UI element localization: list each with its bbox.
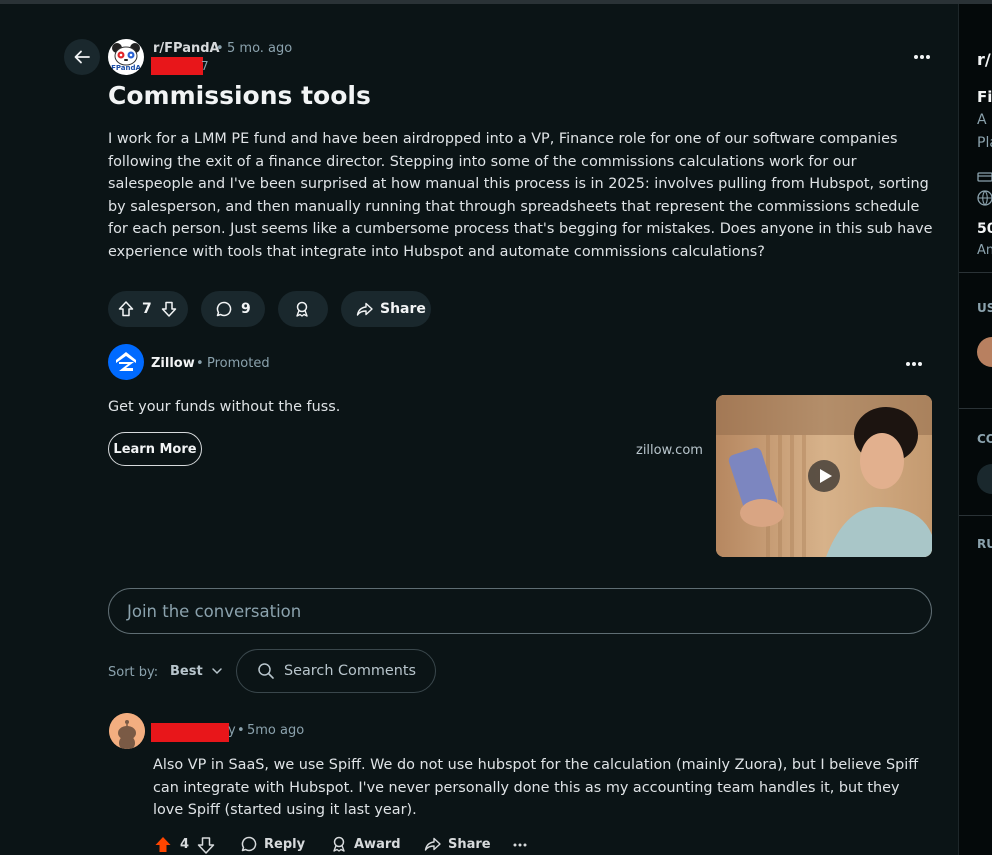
meta-separator: • bbox=[216, 41, 224, 56]
post-title: Commissions tools bbox=[108, 81, 371, 110]
award-ribbon-icon bbox=[333, 836, 345, 852]
comment-reply-label: Reply bbox=[264, 836, 306, 852]
comment-upvote-button[interactable] bbox=[153, 835, 173, 855]
search-comments-placeholder: Search Comments bbox=[284, 663, 417, 679]
downvote-button[interactable] bbox=[160, 300, 178, 318]
play-button[interactable] bbox=[808, 460, 840, 492]
ad-separator: • bbox=[196, 356, 204, 371]
share-label: Share bbox=[380, 301, 426, 317]
comments-button[interactable]: 9 bbox=[201, 291, 265, 327]
ad-learn-more-button[interactable]: Learn More bbox=[108, 432, 202, 466]
search-icon bbox=[258, 663, 274, 679]
sidebar-desc-line2: Pla bbox=[977, 135, 992, 151]
search-comments-input[interactable]: Search Comments bbox=[236, 649, 436, 693]
sort-value: Best bbox=[170, 663, 203, 679]
subreddit-avatar-text: FPandA bbox=[111, 64, 141, 72]
sort-label: Sort by: bbox=[108, 665, 159, 680]
sidebar-user-avatar[interactable] bbox=[977, 337, 992, 367]
sort-dropdown[interactable]: Best bbox=[170, 660, 223, 682]
ad-domain[interactable]: zillow.com bbox=[636, 443, 703, 458]
comment-time: 5mo ago bbox=[247, 723, 305, 738]
comment-award-label: Award bbox=[354, 836, 401, 852]
share-arrow-icon bbox=[356, 302, 373, 316]
vote-count: 7 bbox=[142, 301, 152, 317]
author-suffix: 7 bbox=[201, 59, 209, 73]
comment-overflow-menu[interactable] bbox=[512, 840, 528, 850]
arrow-left-icon bbox=[74, 50, 90, 64]
zillow-logo-icon bbox=[116, 352, 136, 371]
comment-meta-separator: • bbox=[237, 723, 245, 738]
comment-share-button[interactable]: Share bbox=[424, 835, 491, 853]
sidebar-community-chip[interactable] bbox=[977, 464, 992, 494]
join-conversation-placeholder: Join the conversation bbox=[127, 602, 302, 621]
share-arrow-icon bbox=[424, 837, 441, 851]
sidebar-member-count: 50 bbox=[977, 221, 992, 237]
author-redaction bbox=[151, 57, 203, 75]
cake-icon bbox=[977, 166, 992, 182]
comments-count: 9 bbox=[241, 301, 251, 317]
ad-video-thumbnail[interactable] bbox=[716, 395, 932, 557]
ad-promoted-label: Promoted bbox=[207, 356, 270, 371]
join-conversation-input[interactable]: Join the conversation bbox=[108, 588, 932, 634]
comment-bubble-icon bbox=[216, 301, 232, 317]
upvote-icon bbox=[118, 301, 134, 317]
sidebar-section-ru: RU bbox=[977, 537, 992, 551]
vote-control: 7 bbox=[108, 291, 188, 327]
post-body: I work for a LMM PE fund and have been a… bbox=[108, 131, 933, 260]
upvote-button[interactable] bbox=[117, 300, 135, 318]
post-overflow-menu[interactable] bbox=[910, 49, 934, 65]
award-button[interactable] bbox=[278, 291, 328, 327]
commenter-avatar[interactable] bbox=[109, 713, 145, 749]
sidebar-subreddit-name[interactable]: r/ bbox=[977, 50, 991, 69]
chevron-down-icon bbox=[211, 668, 222, 675]
comment-body: Also VP in SaaS, we use Spiff. We do not… bbox=[153, 757, 919, 819]
sidebar-title: Fi bbox=[977, 88, 992, 106]
ad-headline[interactable]: Get your funds without the fuss. bbox=[108, 399, 340, 415]
sidebar-section-co: CO bbox=[977, 432, 992, 446]
downvote-icon bbox=[197, 837, 215, 854]
post-main-column: FPandA r/FPandA • 5 mo. ago 7 Commission… bbox=[0, 4, 958, 855]
award-ribbon-icon bbox=[296, 301, 308, 317]
post-time: 5 mo. ago bbox=[227, 41, 293, 56]
sidebar-desc-line1: A bbox=[977, 112, 987, 128]
upvote-filled-icon bbox=[155, 837, 171, 852]
comment-bubble-icon bbox=[241, 836, 257, 852]
back-button[interactable] bbox=[64, 39, 100, 75]
more-horizontal-icon bbox=[513, 843, 527, 847]
commenter-suffix: y bbox=[228, 723, 236, 738]
more-horizontal-icon bbox=[906, 362, 922, 366]
ad-overflow-menu[interactable] bbox=[902, 356, 926, 372]
subreddit-avatar[interactable]: FPandA bbox=[108, 39, 144, 75]
more-horizontal-icon bbox=[914, 55, 930, 59]
ad-advertiser[interactable]: Zillow bbox=[151, 356, 195, 371]
community-sidebar: r/ Fi A Pla 50 An US CO RU bbox=[958, 4, 992, 855]
sidebar-section-users: US bbox=[977, 301, 992, 315]
comment-award-button[interactable]: Award bbox=[330, 835, 401, 853]
share-button[interactable]: Share bbox=[341, 291, 431, 327]
globe-icon bbox=[977, 190, 992, 206]
sidebar-divider bbox=[959, 408, 992, 409]
sidebar-divider bbox=[959, 272, 992, 273]
comment-downvote-button[interactable] bbox=[196, 835, 216, 855]
sidebar-member-label: An bbox=[977, 243, 992, 258]
snoo-avatar-icon bbox=[109, 713, 145, 749]
sidebar-divider bbox=[959, 515, 992, 516]
comment-reply-button[interactable]: Reply bbox=[240, 835, 305, 853]
zillow-avatar[interactable] bbox=[108, 344, 144, 380]
downvote-icon bbox=[161, 301, 177, 317]
comment-vote-count: 4 bbox=[180, 837, 190, 852]
commenter-redaction bbox=[151, 723, 229, 742]
play-icon bbox=[820, 469, 832, 483]
comment-share-label: Share bbox=[448, 836, 491, 852]
subreddit-link[interactable]: r/FPandA bbox=[153, 41, 220, 56]
